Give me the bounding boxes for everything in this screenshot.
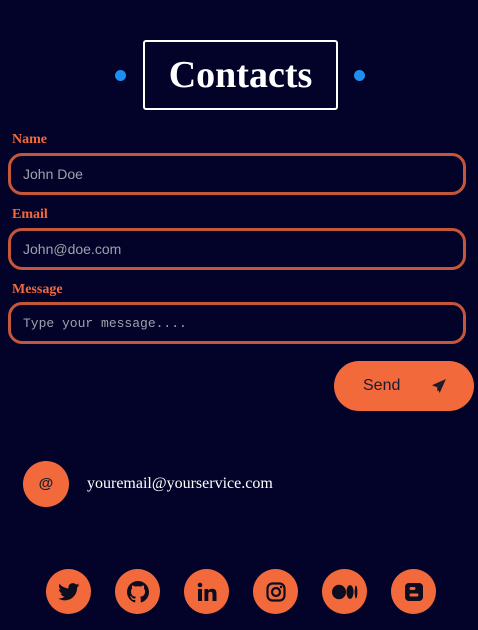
medium-link[interactable] [322, 569, 367, 614]
blogger-link[interactable] [391, 569, 436, 614]
page-header: Contacts [0, 40, 478, 110]
contact-email-link[interactable]: youremail@yourservice.com [87, 475, 273, 493]
paper-plane-icon [431, 378, 447, 394]
email-field[interactable] [8, 228, 466, 270]
linkedin-icon [197, 582, 217, 602]
github-link[interactable] [115, 569, 160, 614]
twitter-link[interactable] [46, 569, 91, 614]
email-label: Email [12, 207, 48, 222]
instagram-link[interactable] [253, 569, 298, 614]
twitter-icon [57, 582, 80, 601]
decorative-dot-right [354, 70, 365, 81]
medium-icon [331, 584, 358, 600]
linkedin-link[interactable] [184, 569, 229, 614]
name-field[interactable] [8, 153, 466, 195]
github-icon [126, 580, 149, 603]
name-label: Name [12, 132, 47, 147]
instagram-icon [265, 581, 286, 602]
page-title: Contacts [143, 40, 338, 110]
blogger-icon [404, 582, 424, 602]
send-button[interactable]: Send [334, 361, 474, 411]
decorative-dot-left [115, 70, 126, 81]
at-sign-icon: @ [23, 461, 69, 507]
message-label: Message [12, 282, 63, 297]
send-button-label: Send [363, 377, 401, 394]
message-field[interactable] [8, 302, 466, 344]
